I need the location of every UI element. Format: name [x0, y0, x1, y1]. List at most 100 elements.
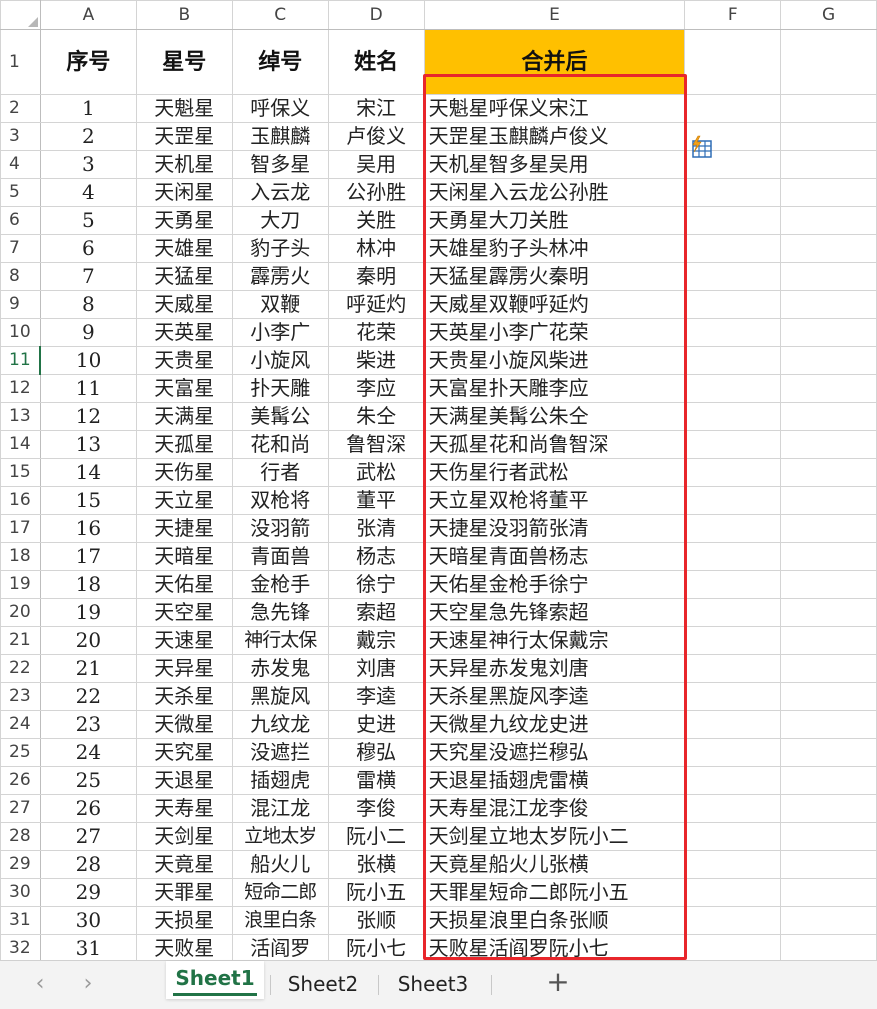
cell-star[interactable]: 天机星 [135, 150, 233, 179]
cell-index[interactable]: 19 [39, 598, 137, 627]
cell-f[interactable] [684, 374, 782, 403]
row-header[interactable]: 17 [0, 514, 41, 543]
cell-star[interactable]: 天立星 [135, 486, 233, 515]
cell-g[interactable] [780, 934, 877, 960]
cell-nickname[interactable]: 短命二郎 [231, 878, 329, 907]
cell-index[interactable]: 26 [39, 794, 137, 823]
cell-nickname[interactable]: 青面兽 [231, 542, 329, 571]
cell-name[interactable]: 公孙胜 [327, 178, 425, 207]
row-header[interactable]: 5 [0, 178, 41, 207]
select-all-corner[interactable] [0, 0, 41, 30]
cell-merged[interactable]: 天闲星入云龙公孙胜 [423, 178, 686, 207]
cell-name[interactable]: 秦明 [327, 262, 425, 291]
cell-index[interactable]: 14 [39, 458, 137, 487]
cell-index[interactable]: 8 [39, 290, 137, 319]
cell-star[interactable]: 天寿星 [135, 794, 233, 823]
cell-g[interactable] [780, 402, 877, 431]
cell-index[interactable]: 6 [39, 234, 137, 263]
cell-g[interactable] [780, 430, 877, 459]
spreadsheet-grid[interactable]: A B C D E F G 1 序号 星号 绰号 姓名 合并后 2 1 天魁星 呼保义… [0, 0, 877, 960]
cell-star[interactable]: 天贵星 [135, 346, 233, 375]
cell-g[interactable] [780, 822, 877, 851]
cell-nickname[interactable]: 入云龙 [231, 178, 329, 207]
cell-g[interactable] [780, 878, 877, 907]
cell-index[interactable]: 11 [39, 374, 137, 403]
cell-name[interactable]: 张清 [327, 514, 425, 543]
cell-merged[interactable]: 天满星美髯公朱仝 [423, 402, 686, 431]
cell-star[interactable]: 天暗星 [135, 542, 233, 571]
cell-star[interactable]: 天罪星 [135, 878, 233, 907]
cell-nickname[interactable]: 美髯公 [231, 402, 329, 431]
row-header[interactable]: 19 [0, 570, 41, 599]
cell-f[interactable] [684, 94, 782, 123]
cell-g[interactable] [780, 570, 877, 599]
cell-star[interactable]: 天满星 [135, 402, 233, 431]
cell-nickname[interactable]: 呼保义 [231, 94, 329, 123]
cell-nickname[interactable]: 扑天雕 [231, 374, 329, 403]
row-header[interactable]: 18 [0, 542, 41, 571]
next-sheet-chevron-icon[interactable]: › [76, 971, 100, 996]
cell-g[interactable] [780, 654, 877, 683]
cell-g[interactable] [780, 598, 877, 627]
cell-g[interactable] [780, 346, 877, 375]
cell-merged[interactable]: 天孤星花和尚鲁智深 [423, 430, 686, 459]
cell-g[interactable] [780, 738, 877, 767]
cell-merged[interactable]: 天英星小李广花荣 [423, 318, 686, 347]
cell-star[interactable]: 天威星 [135, 290, 233, 319]
row-header[interactable]: 9 [0, 290, 41, 319]
cell-name[interactable]: 李逵 [327, 682, 425, 711]
cell-merged[interactable]: 天富星扑天雕李应 [423, 374, 686, 403]
cell-name[interactable]: 索超 [327, 598, 425, 627]
cell-f[interactable] [684, 458, 782, 487]
header-cell-name[interactable]: 姓名 [327, 29, 425, 95]
cell-merged[interactable]: 天空星急先锋索超 [423, 598, 686, 627]
cell-index[interactable]: 12 [39, 402, 137, 431]
cell-star[interactable]: 天速星 [135, 626, 233, 655]
row-header[interactable]: 12 [0, 374, 41, 403]
cell-index[interactable]: 24 [39, 738, 137, 767]
cell-nickname[interactable]: 金枪手 [231, 570, 329, 599]
cell-f[interactable] [684, 402, 782, 431]
row-header[interactable]: 21 [0, 626, 41, 655]
row-header[interactable]: 28 [0, 822, 41, 851]
cell-name[interactable]: 宋江 [327, 94, 425, 123]
cell-name[interactable]: 刘唐 [327, 654, 425, 683]
cell-nickname[interactable]: 九纹龙 [231, 710, 329, 739]
cell-merged[interactable]: 天竟星船火儿张横 [423, 850, 686, 879]
cell-star[interactable]: 天勇星 [135, 206, 233, 235]
cell-merged[interactable]: 天剑星立地太岁阮小二 [423, 822, 686, 851]
cell-f[interactable] [684, 430, 782, 459]
cell-star[interactable]: 天猛星 [135, 262, 233, 291]
cell-merged[interactable]: 天威星双鞭呼延灼 [423, 290, 686, 319]
cell-index[interactable]: 30 [39, 906, 137, 935]
cell-name[interactable]: 张横 [327, 850, 425, 879]
cell-name[interactable]: 李应 [327, 374, 425, 403]
cell-name[interactable]: 柴进 [327, 346, 425, 375]
cell-index[interactable]: 25 [39, 766, 137, 795]
row-header[interactable]: 30 [0, 878, 41, 907]
cell-index[interactable]: 15 [39, 486, 137, 515]
cell-index[interactable]: 10 [39, 346, 137, 375]
cell-name[interactable]: 雷横 [327, 766, 425, 795]
row-header[interactable]: 2 [0, 94, 41, 123]
row-header[interactable]: 1 [0, 29, 41, 95]
cell-index[interactable]: 7 [39, 262, 137, 291]
cell-nickname[interactable]: 行者 [231, 458, 329, 487]
cell-f[interactable] [684, 794, 782, 823]
cell-f[interactable] [684, 262, 782, 291]
tab-sheet3[interactable]: Sheet3 [386, 967, 480, 1001]
row-header[interactable]: 13 [0, 402, 41, 431]
cell-merged[interactable]: 天微星九纹龙史进 [423, 710, 686, 739]
cell-merged[interactable]: 天勇星大刀关胜 [423, 206, 686, 235]
tab-sheet2[interactable]: Sheet2 [276, 967, 370, 1001]
cell-nickname[interactable]: 船火儿 [231, 850, 329, 879]
cell-f[interactable] [684, 738, 782, 767]
cell-g[interactable] [780, 94, 877, 123]
cell-nickname[interactable]: 没遮拦 [231, 738, 329, 767]
cell-star[interactable]: 天空星 [135, 598, 233, 627]
row-header[interactable]: 20 [0, 598, 41, 627]
cell-star[interactable]: 天捷星 [135, 514, 233, 543]
row-header[interactable]: 22 [0, 654, 41, 683]
cell-star[interactable]: 天孤星 [135, 430, 233, 459]
cell-name[interactable]: 李俊 [327, 794, 425, 823]
